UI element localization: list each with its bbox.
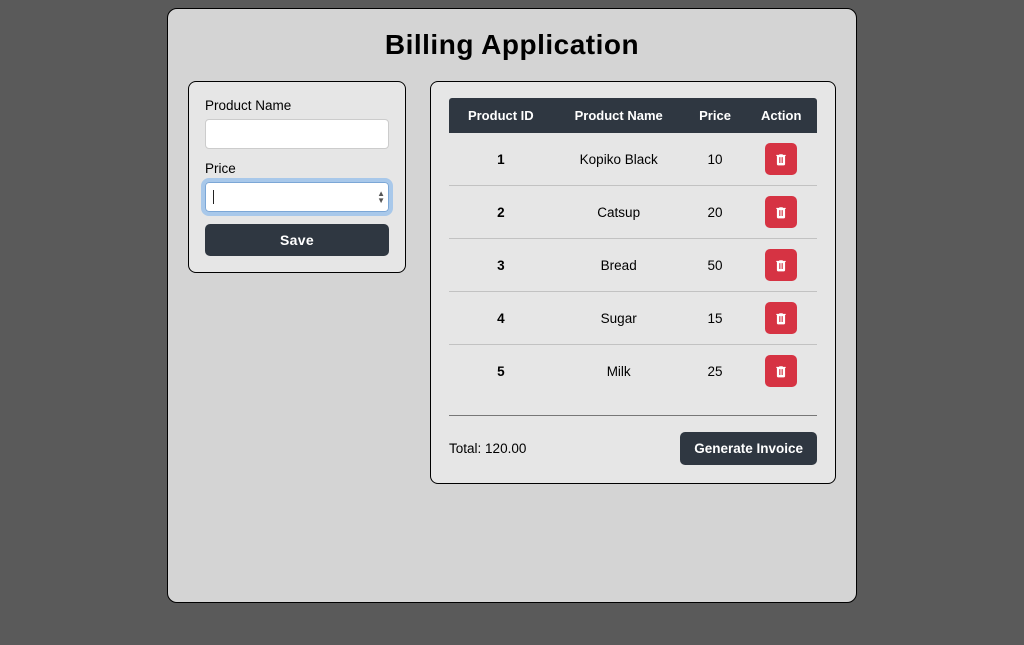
cell-action xyxy=(745,345,817,398)
trash-icon xyxy=(774,311,788,326)
table-row: 1Kopiko Black10 xyxy=(449,133,817,186)
delete-button[interactable] xyxy=(765,143,797,175)
total-label: Total: xyxy=(449,441,481,456)
chevron-down-icon[interactable]: ▼ xyxy=(377,197,385,204)
trash-icon xyxy=(774,364,788,379)
cell-action xyxy=(745,239,817,292)
cell-product-id: 1 xyxy=(449,133,553,186)
product-name-input[interactable] xyxy=(205,119,389,149)
cell-price: 10 xyxy=(685,133,746,186)
save-button[interactable]: Save xyxy=(205,224,389,256)
table-row: 4Sugar15 xyxy=(449,292,817,345)
generate-invoice-button[interactable]: Generate Invoice xyxy=(680,432,817,465)
cell-product-id: 2 xyxy=(449,186,553,239)
product-table-card: Product ID Product Name Price Action 1Ko… xyxy=(430,81,836,484)
header-price: Price xyxy=(685,98,746,133)
cell-price: 15 xyxy=(685,292,746,345)
price-label: Price xyxy=(205,161,389,176)
product-form-card: Product Name Price ▲ ▼ Save xyxy=(188,81,406,273)
cell-product-name: Bread xyxy=(553,239,685,292)
price-input[interactable] xyxy=(205,182,389,212)
table-footer: Total: 120.00 Generate Invoice xyxy=(449,415,817,465)
header-product-name: Product Name xyxy=(553,98,685,133)
table-row: 5Milk25 xyxy=(449,345,817,398)
cell-product-name: Milk xyxy=(553,345,685,398)
delete-button[interactable] xyxy=(765,355,797,387)
delete-button[interactable] xyxy=(765,302,797,334)
price-input-wrap: ▲ ▼ xyxy=(205,182,389,212)
table-row: 2Catsup20 xyxy=(449,186,817,239)
app-title: Billing Application xyxy=(188,29,836,61)
cell-action xyxy=(745,186,817,239)
table-row: 3Bread50 xyxy=(449,239,817,292)
trash-icon xyxy=(774,205,788,220)
total-value: 120.00 xyxy=(485,441,526,456)
app-container: Billing Application Product Name Price ▲… xyxy=(167,8,857,603)
cell-product-name: Kopiko Black xyxy=(553,133,685,186)
delete-button[interactable] xyxy=(765,249,797,281)
number-spinner[interactable]: ▲ ▼ xyxy=(377,190,385,204)
cell-action xyxy=(745,133,817,186)
cell-product-id: 5 xyxy=(449,345,553,398)
header-action: Action xyxy=(745,98,817,133)
text-cursor xyxy=(213,190,214,204)
trash-icon xyxy=(774,152,788,167)
total-text: Total: 120.00 xyxy=(449,441,526,456)
cell-price: 50 xyxy=(685,239,746,292)
cell-price: 25 xyxy=(685,345,746,398)
trash-icon xyxy=(774,258,788,273)
delete-button[interactable] xyxy=(765,196,797,228)
header-product-id: Product ID xyxy=(449,98,553,133)
cell-product-name: Catsup xyxy=(553,186,685,239)
product-table: Product ID Product Name Price Action 1Ko… xyxy=(449,98,817,397)
cell-action xyxy=(745,292,817,345)
table-header-row: Product ID Product Name Price Action xyxy=(449,98,817,133)
cell-product-id: 4 xyxy=(449,292,553,345)
product-name-label: Product Name xyxy=(205,98,389,113)
cell-product-name: Sugar xyxy=(553,292,685,345)
cell-product-id: 3 xyxy=(449,239,553,292)
content-row: Product Name Price ▲ ▼ Save Product ID P… xyxy=(188,81,836,484)
cell-price: 20 xyxy=(685,186,746,239)
